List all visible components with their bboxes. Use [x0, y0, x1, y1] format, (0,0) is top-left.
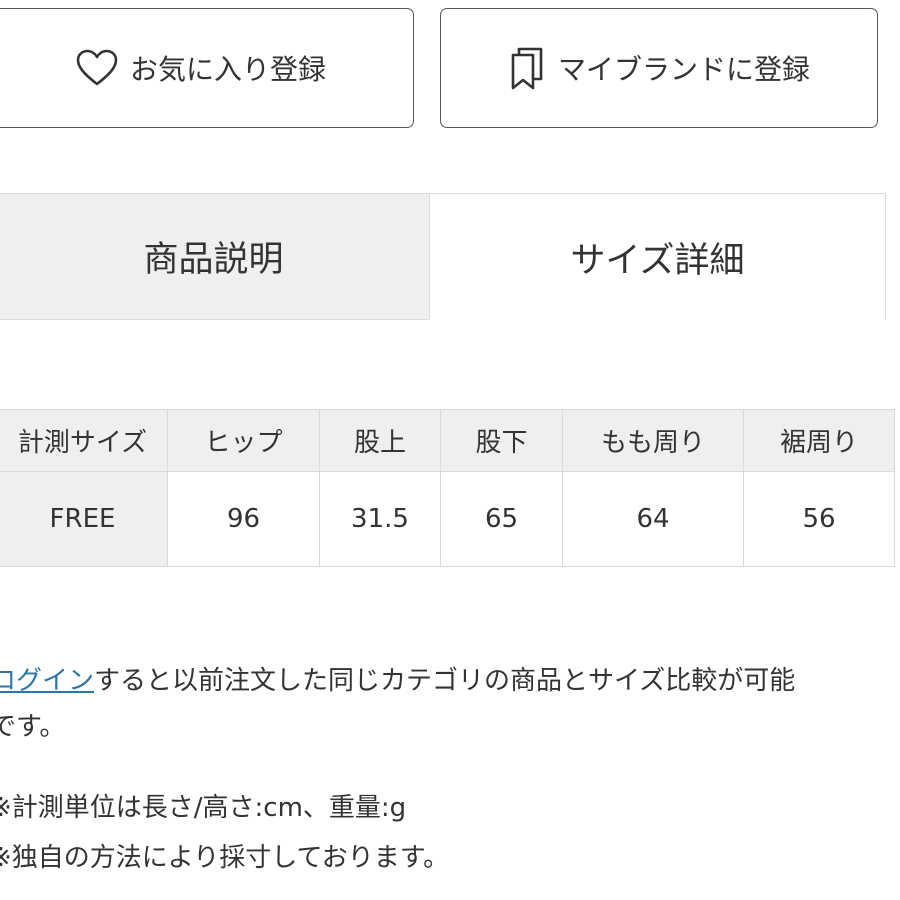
cell-hip: 96 — [167, 471, 320, 567]
login-compare-note: ログインすると以前注文した同じカテゴリの商品とサイズ比較が可能 です。 — [0, 658, 895, 750]
cell-size-name: FREE — [0, 471, 168, 567]
bookmark-icon — [508, 45, 546, 91]
method-note: ※独自の方法により採寸しております。 — [0, 843, 450, 873]
tab-size-details[interactable]: サイズ詳細 — [429, 193, 886, 320]
login-link[interactable]: ログイン — [0, 666, 94, 696]
table-row: FREE 96 31.5 65 64 56 — [0, 471, 895, 567]
cell-hem: 56 — [743, 471, 895, 567]
cell-thigh: 64 — [562, 471, 744, 567]
size-table-header-row: 計測サイズ ヒップ 股上 股下 もも周り 裾周り — [0, 409, 895, 472]
header-rise: 股上 — [319, 409, 441, 472]
add-to-favorites-label: お気に入り登録 — [129, 53, 326, 86]
cell-rise: 31.5 — [319, 471, 441, 567]
tab-product-description-label: 商品説明 — [143, 240, 284, 280]
tab-size-details-label: サイズ詳細 — [570, 240, 745, 281]
header-hem: 裾周り — [743, 409, 895, 472]
header-hip: ヒップ — [167, 409, 320, 472]
product-tabs: 商品説明 サイズ詳細 — [0, 193, 900, 320]
size-detail-page: お気に入り登録 マイブランドに登録 商品説明 サイズ詳細 計測サイズ ヒップ 股… — [0, 0, 900, 900]
header-thigh: もも周り — [562, 409, 744, 472]
tab-product-description[interactable]: 商品説明 — [0, 193, 430, 320]
register-my-brand-label: マイブランドに登録 — [557, 53, 810, 86]
login-note-text-cont: です。 — [0, 712, 66, 742]
header-measure-size: 計測サイズ — [0, 409, 168, 472]
login-note-text: すると以前注文した同じカテゴリの商品とサイズ比較が可能 — [94, 666, 796, 696]
heart-icon — [76, 49, 118, 87]
unit-note: ※計測単位は長さ/高さ:cm、重量:g — [0, 793, 407, 823]
add-to-favorites-button[interactable]: お気に入り登録 — [0, 8, 414, 128]
header-inseam: 股下 — [440, 409, 563, 472]
register-my-brand-button[interactable]: マイブランドに登録 — [440, 8, 878, 128]
size-table: 計測サイズ ヒップ 股上 股下 もも周り 裾周り FREE 96 31.5 65… — [0, 409, 895, 567]
cell-inseam: 65 — [440, 471, 563, 567]
